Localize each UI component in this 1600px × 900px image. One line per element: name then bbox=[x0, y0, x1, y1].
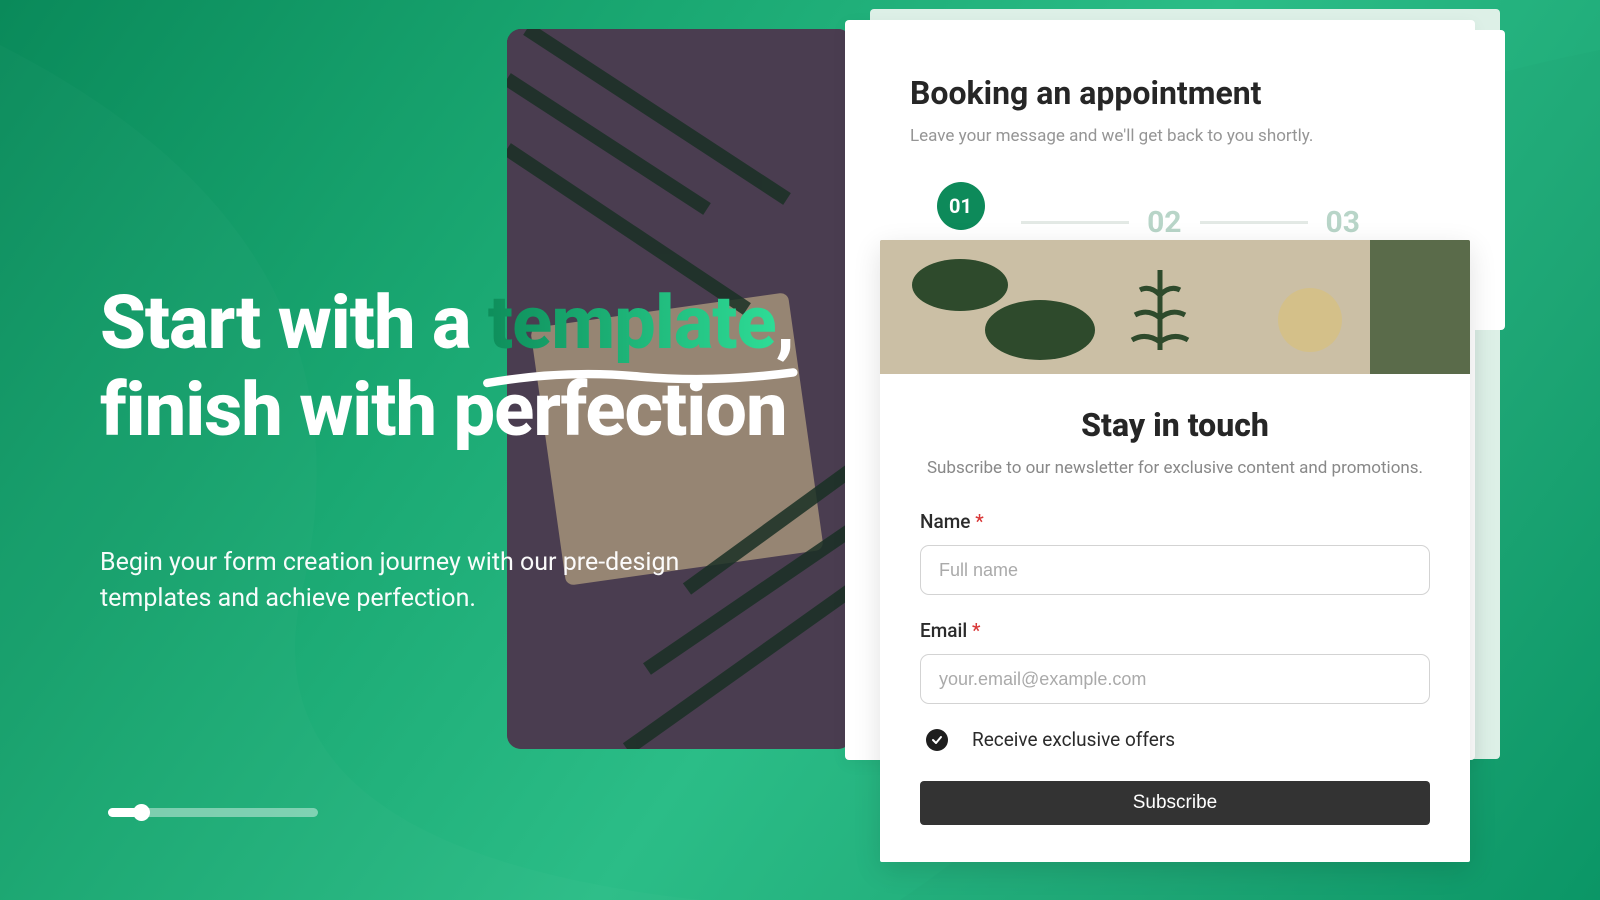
booking-title: Booking an appointment bbox=[910, 74, 1505, 112]
step-connector bbox=[1021, 221, 1129, 224]
newsletter-card: Stay in touch Subscribe to our newslette… bbox=[880, 240, 1470, 862]
booking-step-3[interactable]: 03 bbox=[1318, 205, 1368, 240]
newsletter-hero-image bbox=[880, 240, 1470, 374]
name-label: Name * bbox=[920, 510, 1430, 533]
headline-post: , bbox=[776, 280, 794, 367]
email-input[interactable] bbox=[920, 654, 1430, 704]
email-label: Email * bbox=[920, 619, 1430, 642]
hero-headline: Start with a template , finish with perf… bbox=[100, 280, 880, 455]
required-indicator: * bbox=[975, 510, 983, 533]
subscribe-button[interactable]: Subscribe bbox=[920, 781, 1430, 825]
offers-checkbox-row[interactable]: Receive exclusive offers bbox=[920, 728, 1430, 751]
offers-checkbox-label: Receive exclusive offers bbox=[972, 728, 1175, 751]
hero-section: Start with a template , finish with perf… bbox=[100, 280, 880, 617]
underline-swoosh-icon bbox=[482, 364, 799, 396]
name-field-group: Name * bbox=[920, 510, 1430, 595]
newsletter-title: Stay in touch bbox=[920, 406, 1430, 444]
booking-step-2[interactable]: 02 bbox=[1139, 205, 1189, 240]
carousel-progress[interactable] bbox=[108, 808, 318, 817]
hero-subtext: Begin your form creation journey with ou… bbox=[100, 545, 740, 618]
name-input[interactable] bbox=[920, 545, 1430, 595]
headline-pre: Start with a bbox=[100, 280, 488, 367]
email-field-group: Email * bbox=[920, 619, 1430, 704]
checkmark-icon bbox=[926, 729, 948, 751]
headline-highlight: template bbox=[488, 280, 776, 367]
required-indicator: * bbox=[972, 619, 980, 642]
step-1-indicator: 01 bbox=[937, 182, 985, 230]
step-connector bbox=[1200, 221, 1308, 224]
newsletter-subtitle: Subscribe to our newsletter for exclusiv… bbox=[920, 458, 1430, 478]
booking-subtitle: Leave your message and we'll get back to… bbox=[910, 126, 1505, 146]
progress-knob[interactable] bbox=[133, 804, 150, 821]
